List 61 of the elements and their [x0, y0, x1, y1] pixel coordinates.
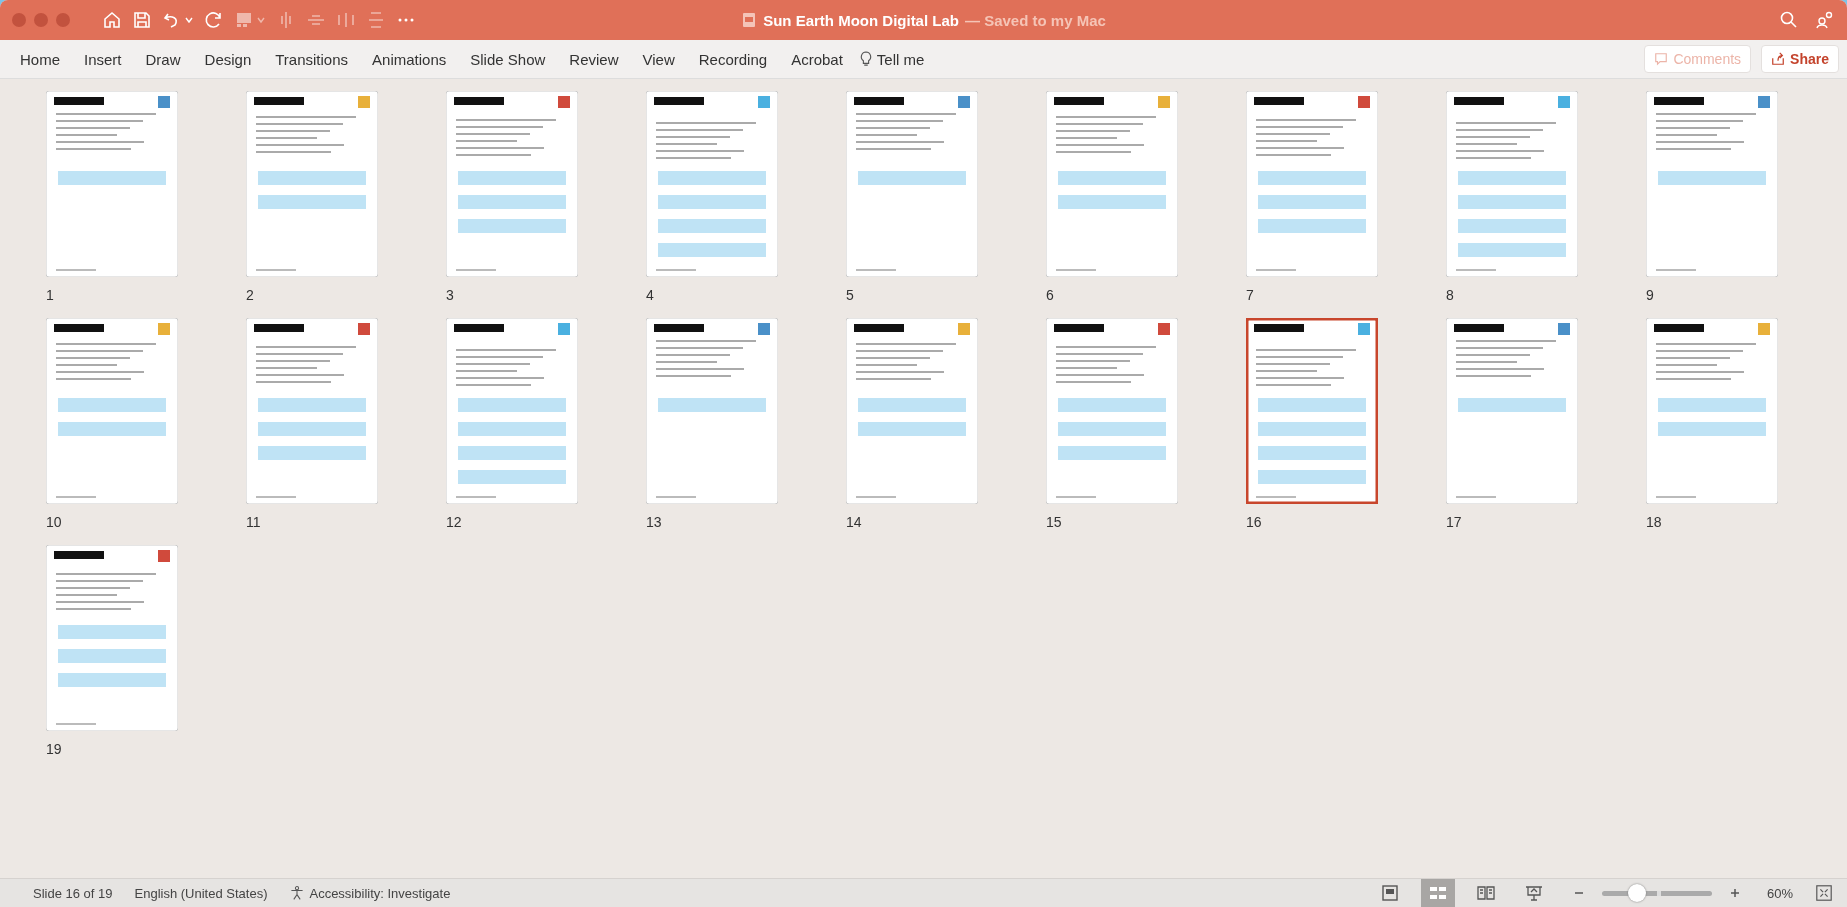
window-title: Sun Earth Moon Digital Lab — [763, 11, 959, 29]
slide-sorter-button[interactable] — [1420, 879, 1455, 907]
ribbon-tab[interactable]: Transitions — [263, 46, 361, 72]
book-icon — [1475, 883, 1496, 903]
zoom-percentage[interactable]: 60% — [1766, 885, 1793, 901]
projector-screen-icon — [1523, 883, 1544, 903]
people-icon[interactable] — [1815, 10, 1835, 30]
ribbon-tab[interactable]: Acrobat — [779, 46, 855, 72]
share-button[interactable]: Share — [1761, 45, 1839, 73]
slide-number: 14 — [846, 514, 862, 530]
tell-me-field[interactable]: Tell me — [864, 46, 937, 72]
save-status: — Saved to my Mac — [964, 11, 1106, 29]
speech-bubble-icon — [1654, 52, 1669, 66]
slide-number: 11 — [246, 514, 261, 530]
layout-icon[interactable] — [234, 10, 254, 30]
slide-number: 18 — [1646, 514, 1662, 530]
document-icon — [741, 12, 758, 28]
ribbon-tab[interactable]: Recording — [686, 46, 780, 72]
zoom-in-icon[interactable] — [1728, 887, 1741, 899]
slide-number: 10 — [46, 514, 62, 530]
slide-number: 7 — [1246, 287, 1254, 303]
zoom-slider-thumb[interactable] — [1627, 884, 1646, 902]
language-status[interactable]: English (United States) — [134, 885, 268, 901]
slide-thumbnail[interactable] — [1246, 318, 1378, 504]
save-icon[interactable] — [132, 10, 152, 30]
slide-number: 13 — [646, 514, 662, 530]
accessibility-icon[interactable] — [289, 885, 306, 901]
redo-icon[interactable] — [204, 10, 224, 30]
ribbon-tab[interactable]: Insert — [72, 46, 134, 72]
slide-number: 16 — [1246, 514, 1262, 530]
slide-number: 19 — [46, 741, 62, 757]
caret-icon[interactable] — [184, 15, 194, 25]
slide-number: 1 — [46, 287, 54, 303]
ribbon-tab[interactable]: View — [630, 46, 687, 72]
distribute-icon[interactable] — [336, 10, 356, 30]
slide-number: 6 — [1046, 287, 1054, 303]
slide-number: 2 — [246, 287, 254, 303]
accessibility-status[interactable]: Accessibility: Investigate — [309, 885, 451, 901]
caret-icon[interactable] — [256, 15, 266, 25]
slide-number: 9 — [1646, 287, 1654, 303]
lightbulb-icon — [858, 50, 873, 68]
slide-number: 17 — [1446, 514, 1462, 530]
slide-number: 15 — [1046, 514, 1062, 530]
slide-number: 4 — [646, 287, 654, 303]
slide-count: Slide 16 of 19 — [33, 885, 113, 901]
slide-number: 12 — [446, 514, 462, 530]
ribbon-tab[interactable]: Slide Show — [458, 46, 558, 72]
home-icon[interactable] — [102, 10, 122, 30]
slide-number: 5 — [846, 287, 854, 303]
ribbon-tab[interactable]: Animations — [360, 46, 459, 72]
ribbon-tab[interactable]: Design — [192, 46, 264, 72]
distribute-icon[interactable] — [366, 10, 386, 30]
share-icon — [1771, 52, 1786, 66]
fit-to-window-icon[interactable] — [1815, 884, 1833, 902]
slide-number: 3 — [446, 287, 454, 303]
ribbon-tab[interactable]: Home — [8, 46, 72, 72]
ribbon-tab[interactable]: Draw — [133, 46, 193, 72]
search-icon[interactable] — [1779, 10, 1799, 30]
slide-number: 8 — [1446, 287, 1454, 303]
normal-view-icon — [1379, 883, 1400, 903]
ribbon-tab[interactable]: Review — [557, 46, 631, 72]
